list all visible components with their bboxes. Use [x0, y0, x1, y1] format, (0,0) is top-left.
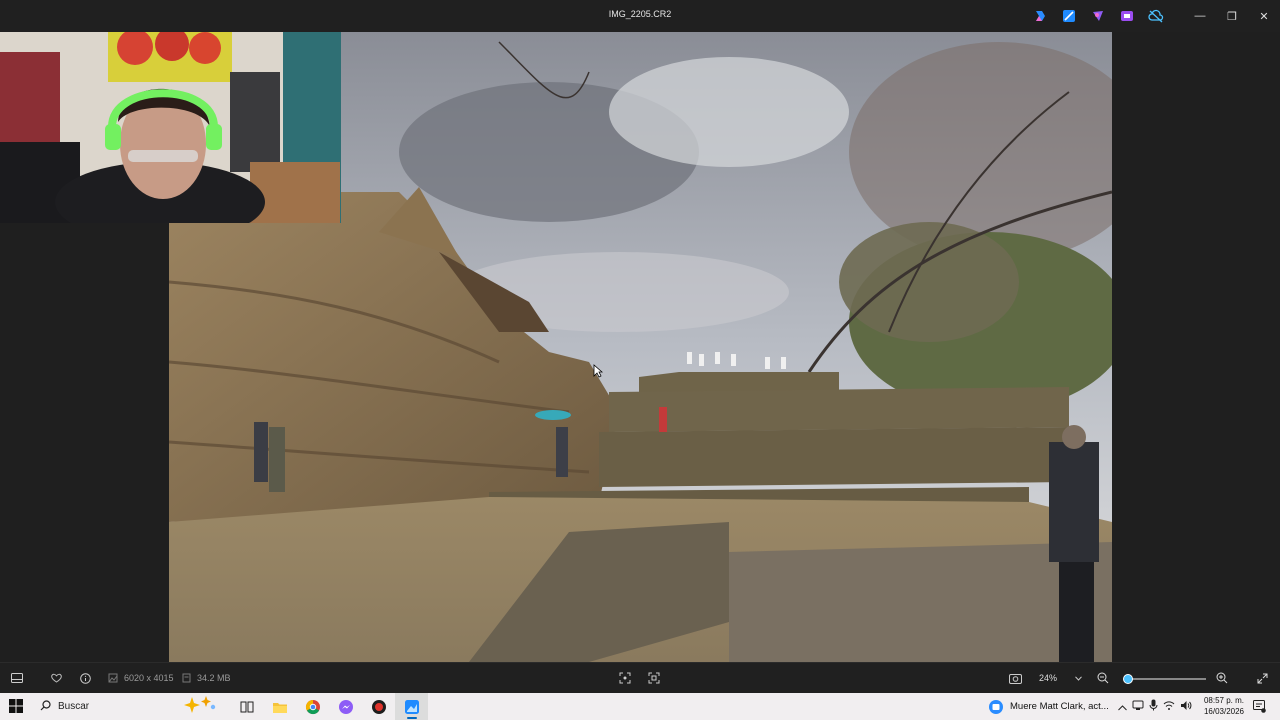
image-dimensions: 6020 x 4015 — [108, 670, 174, 686]
task-view-icon — [240, 701, 253, 712]
mouse-pointer-icon — [593, 364, 604, 383]
filmstrip-toggle-icon[interactable] — [11, 670, 23, 686]
news-headline: Muere Matt Clark, act... — [1010, 701, 1109, 712]
minimize-button[interactable]: — — [1184, 0, 1216, 32]
restore-button[interactable]: ❐ — [1216, 0, 1248, 32]
windows-taskbar: Buscar Muere Matt Clark, act... 08:57 p.… — [0, 693, 1280, 720]
clock-date: 16/03/2026 — [1203, 707, 1244, 716]
fit-to-window-icon[interactable] — [619, 670, 631, 686]
onedrive-icon[interactable] — [1132, 698, 1144, 716]
search-icon — [40, 698, 51, 716]
chrome-button[interactable] — [296, 693, 329, 720]
chrome-icon — [305, 699, 320, 714]
full-screen-icon[interactable] — [1257, 670, 1268, 686]
chevron-up-icon[interactable] — [1118, 698, 1127, 716]
clock-time: 08:57 p. m. — [1203, 696, 1244, 705]
red-circle-app-icon — [371, 699, 386, 714]
file-size: 34.2 MB — [182, 670, 231, 686]
zoom-level-value: 24% — [1039, 673, 1058, 683]
search-label: Buscar — [58, 701, 90, 712]
notifications-icon[interactable] — [1252, 699, 1266, 718]
chevron-down-icon — [1075, 673, 1082, 683]
photos-editor-icon[interactable] — [1061, 8, 1077, 24]
news-widget[interactable]: Muere Matt Clark, act... — [988, 693, 1109, 720]
close-button[interactable]: ✕ — [1248, 0, 1280, 32]
actual-size-icon[interactable] — [648, 670, 660, 686]
window-controls: — ❐ ✕ — [1184, 0, 1280, 32]
task-view-button[interactable] — [230, 693, 263, 720]
zoom-slider[interactable] — [1123, 674, 1206, 684]
volume-icon[interactable] — [1180, 698, 1192, 716]
photos-app-icon — [404, 699, 419, 714]
screenshot-icon[interactable] — [1009, 670, 1022, 686]
taskbar-clock[interactable]: 08:57 p. m. 16/03/2026 — [1198, 695, 1244, 717]
zoom-out-icon[interactable] — [1097, 670, 1109, 686]
windows-start-icon[interactable] — [9, 699, 23, 718]
onedrive-off-icon[interactable] — [1148, 8, 1164, 24]
file-size-icon — [182, 673, 191, 683]
copilot-icon[interactable] — [1032, 8, 1048, 24]
folder-icon — [272, 702, 287, 713]
file-info-icon[interactable] — [80, 670, 91, 686]
search-highlight-icon — [182, 695, 218, 718]
designer-icon[interactable] — [1090, 8, 1106, 24]
news-icon — [989, 699, 1003, 714]
title-bar: IMG_2205.CR2 — ❐ ✕ — [0, 0, 1280, 32]
file-explorer-button[interactable] — [263, 693, 296, 720]
favorite-heart-icon[interactable] — [51, 670, 62, 686]
webcam-overlay — [0, 32, 341, 223]
image-size-icon — [108, 673, 118, 683]
messenger-icon — [338, 699, 353, 714]
image-dimensions-label: 6020 x 4015 — [124, 673, 174, 683]
zoom-level-dropdown[interactable]: 24% — [1033, 668, 1088, 688]
wifi-icon[interactable] — [1163, 698, 1175, 716]
zoom-in-icon[interactable] — [1216, 670, 1228, 686]
clipchamp-icon[interactable] — [1119, 8, 1135, 24]
header-app-icons — [1032, 8, 1164, 24]
microphone-icon[interactable] — [1149, 698, 1158, 716]
red-app-button[interactable] — [362, 693, 395, 720]
file-size-label: 34.2 MB — [197, 673, 231, 683]
system-tray — [1118, 693, 1192, 720]
messenger-button[interactable] — [329, 693, 362, 720]
zoom-slider-thumb[interactable] — [1123, 674, 1134, 684]
taskbar-pinned-apps — [230, 693, 428, 720]
photos-app-button[interactable] — [395, 693, 428, 720]
viewer-toolbar: 6020 x 4015 34.2 MB 24% — [0, 662, 1280, 694]
taskbar-search-box[interactable]: Buscar — [32, 693, 220, 720]
image-stage — [0, 32, 1280, 662]
